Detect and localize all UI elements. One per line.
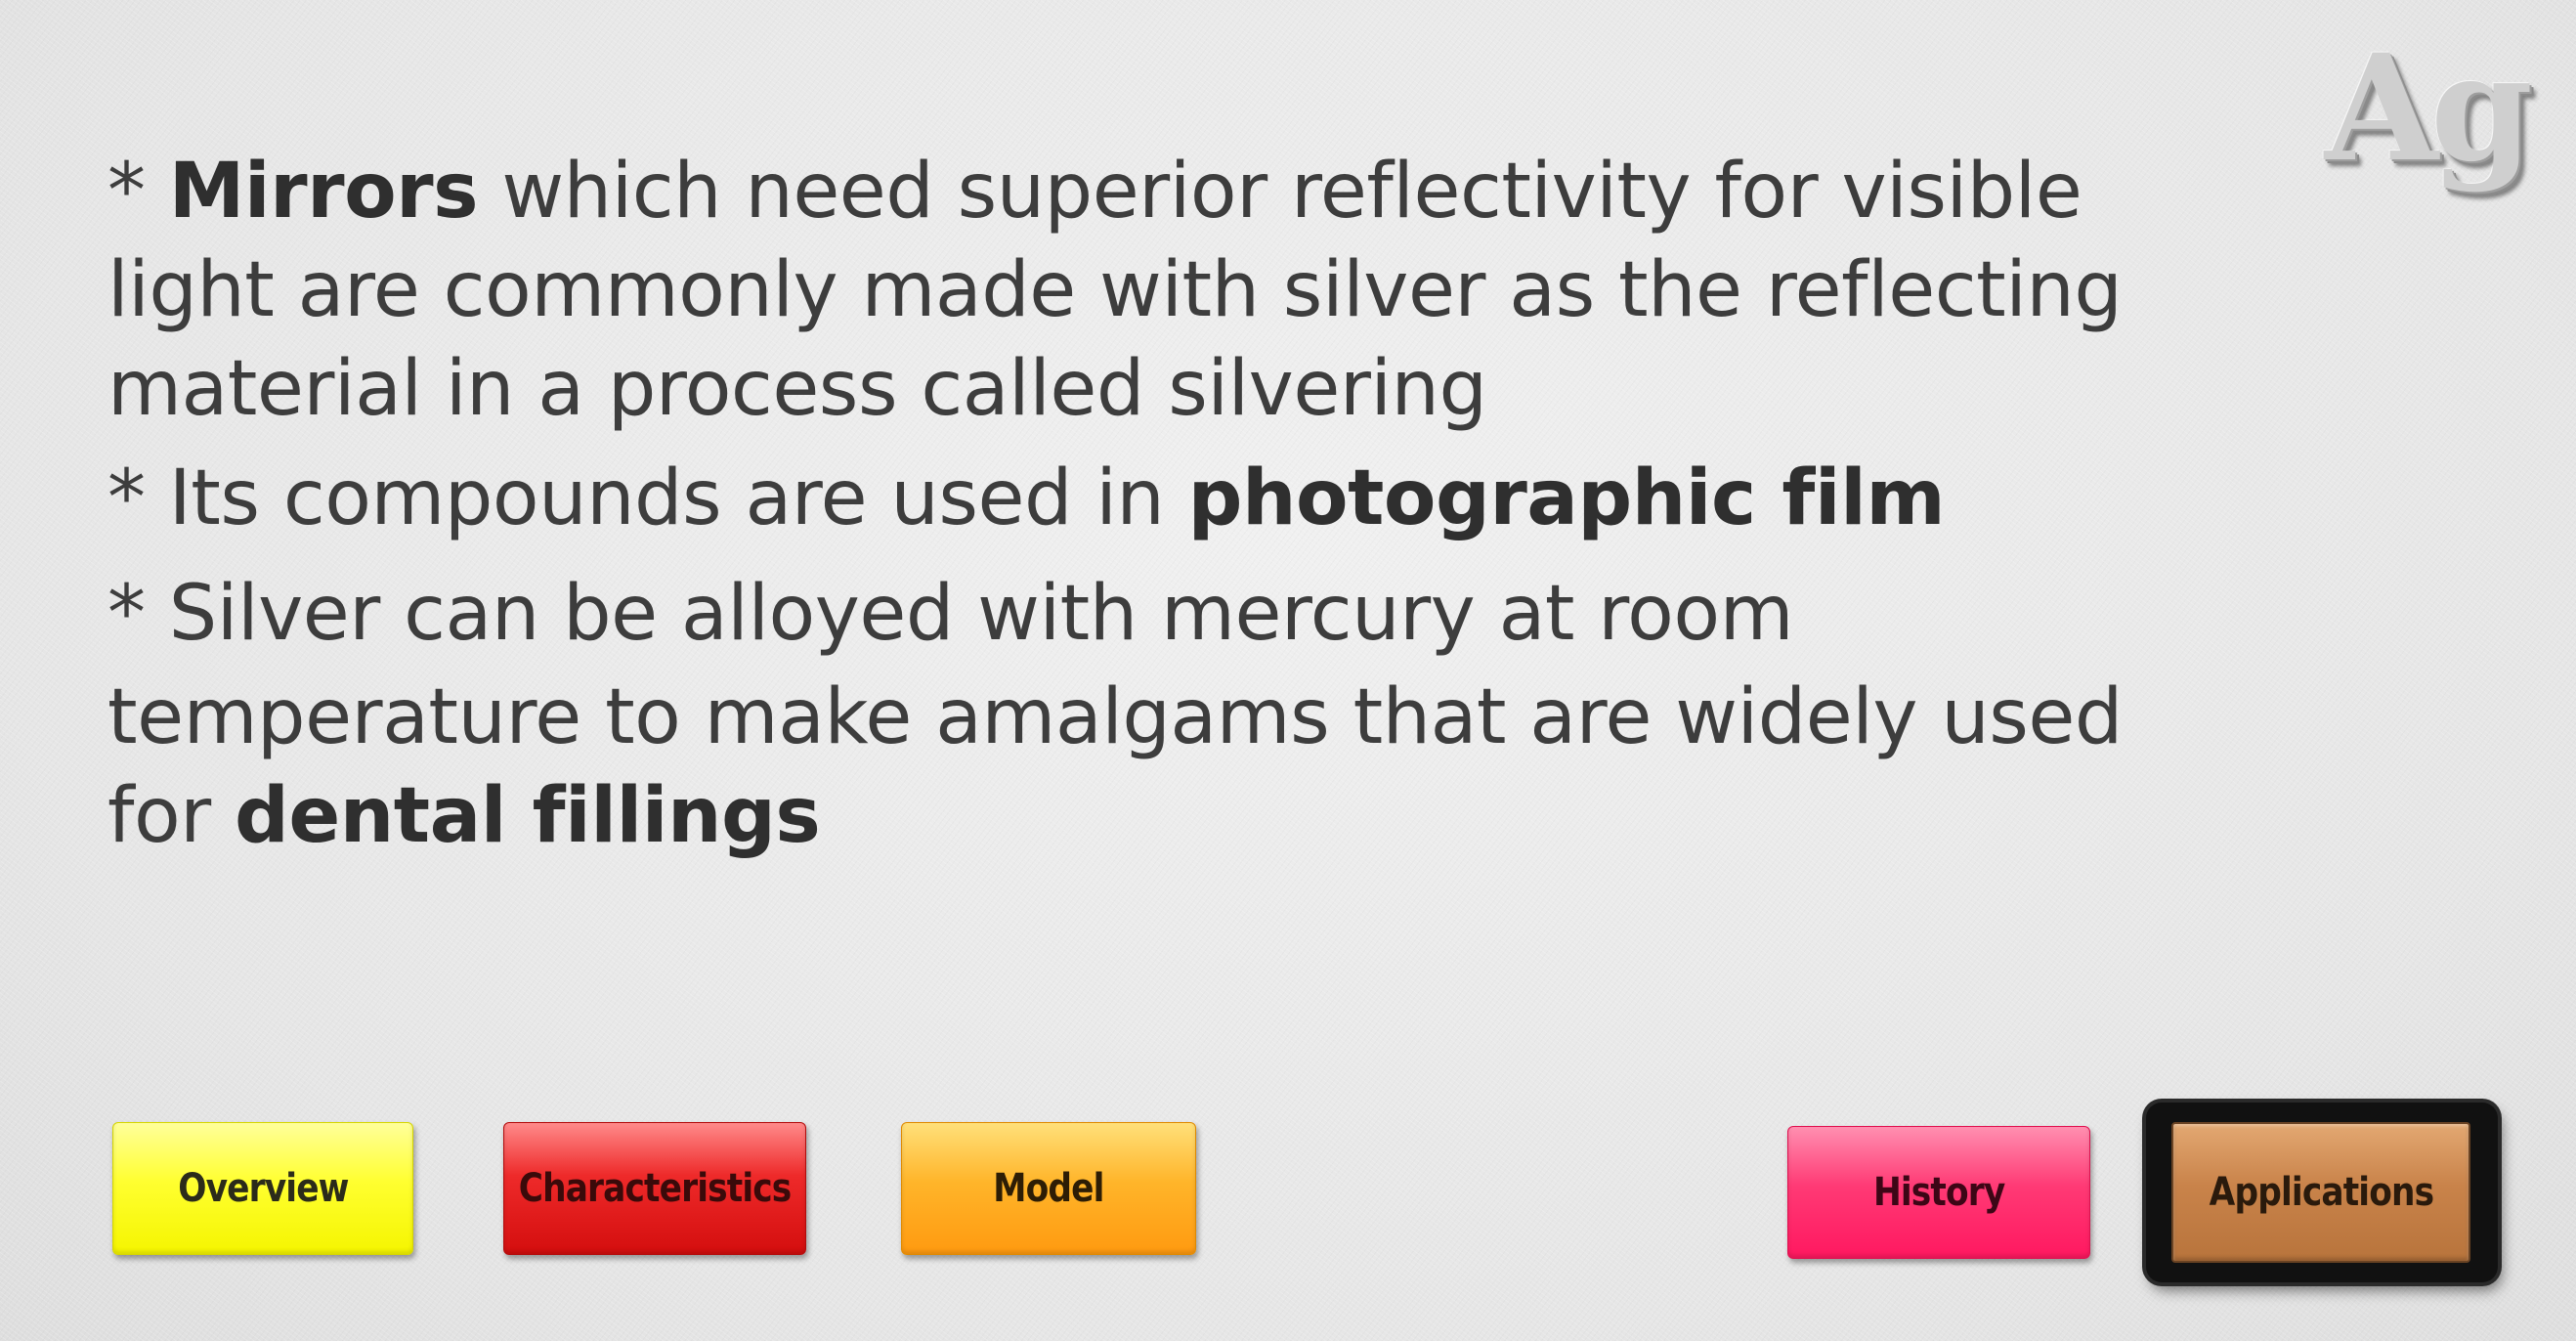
bullet-text-line2: temperature to make amalgams that are wi…	[107, 669, 2238, 866]
bullet-text-line1: * Silver can be alloyed with mercury at …	[107, 570, 1794, 658]
element-symbol-logo: Ag	[2324, 22, 2533, 195]
bullet-dental-fillings: * Silver can be alloyed with mercury at …	[107, 559, 2238, 866]
characteristics-button-label: Characteristics	[518, 1166, 793, 1211]
applications-button[interactable]: Applications	[2171, 1122, 2470, 1263]
bullet-photographic-film: * Its compounds are used in photographic…	[107, 450, 2238, 548]
overview-button[interactable]: Overview	[112, 1122, 413, 1255]
applications-button-label: Applications	[2209, 1170, 2433, 1215]
bold-term-dental-fillings: dental fillings	[235, 772, 821, 860]
model-button-label: Model	[993, 1166, 1104, 1211]
model-button[interactable]: Model	[901, 1122, 1196, 1255]
history-button-label: History	[1872, 1170, 2005, 1215]
bold-term-photographic-film: photographic film	[1187, 454, 1946, 542]
bullet-mirrors: * Mirrors which need superior reflectivi…	[107, 143, 2238, 439]
slide-content: * Mirrors which need superior reflectivi…	[107, 143, 2238, 866]
bold-term-mirrors: Mirrors	[168, 148, 479, 236]
bullet-text: * Its compounds are used in	[107, 454, 1188, 542]
overview-button-label: Overview	[177, 1166, 349, 1211]
history-button[interactable]: History	[1787, 1126, 2090, 1259]
bullet-prefix: *	[107, 148, 169, 236]
characteristics-button[interactable]: Characteristics	[503, 1122, 806, 1255]
